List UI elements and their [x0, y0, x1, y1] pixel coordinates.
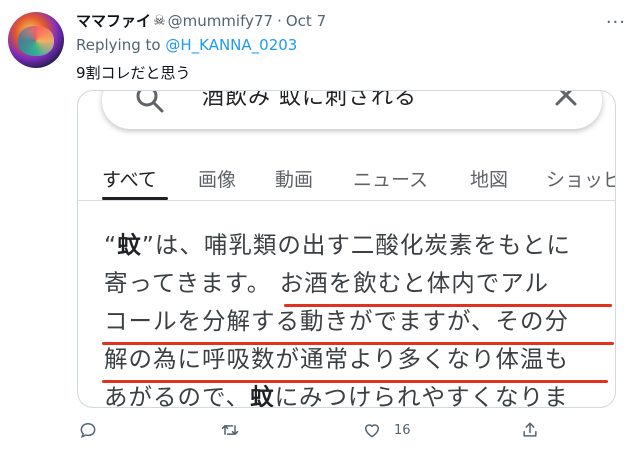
reply-button[interactable] [78, 420, 98, 440]
tweet-text: 9割コレだと思う [76, 64, 191, 82]
share-icon [523, 422, 537, 437]
red-underline [102, 380, 608, 383]
like-button[interactable]: 16 [362, 420, 411, 440]
display-name[interactable]: ママファイ [76, 10, 151, 31]
separator: · [277, 11, 282, 30]
attached-image[interactable]: 酒飲み 蚊に刺される すべて 画像 動画 ニュース 地図 ショッピ “蚊”は、哺… [77, 90, 616, 408]
search-tabs: すべて 画像 動画 ニュース 地図 ショッピ [78, 155, 615, 201]
snippet-text: あがるので、 [104, 383, 251, 408]
snippet-line: 寄ってきます。 お酒を飲むと体内でアル [104, 264, 615, 302]
snippet-keyword: 蚊 [250, 383, 275, 408]
snippet-text: にみつけられやすくなりま [274, 383, 569, 408]
snippet-keyword: 蚊 [117, 231, 142, 259]
avatar[interactable] [8, 12, 64, 68]
snippet-text: コールを分解する動きがでますが、その分 [104, 307, 570, 335]
red-underline [284, 304, 612, 307]
search-query: 酒飲み 蚊に刺される [202, 90, 417, 110]
reply-icon [80, 422, 96, 439]
retweet-icon [221, 425, 239, 435]
snippet-text: 解の為に呼吸数が通常より多くなり体温も [104, 345, 570, 373]
snippet-line: “蚊”は、哺乳類の出す二酸化炭素をもとに [104, 226, 615, 264]
search-icon [136, 91, 164, 113]
tab-shopping: ショッピ [546, 169, 616, 191]
more-icon[interactable]: ··· [606, 12, 626, 33]
heart-icon [364, 424, 380, 438]
tab-images: 画像 [198, 169, 237, 191]
skull-and-crossbones-icon: ☠ [153, 12, 166, 29]
tab-news: ニュース [353, 169, 429, 191]
active-tab-indicator [102, 197, 168, 200]
tab-videos: 動画 [275, 169, 314, 191]
close-icon [555, 91, 577, 106]
retweet-button[interactable] [220, 420, 240, 440]
snippet-text: “ [104, 231, 118, 259]
replying-to-label: Replying to [76, 36, 166, 54]
user-handle[interactable]: @mummify77 [168, 12, 274, 30]
replying-to: Replying to @H_KANNA_0203 [76, 36, 297, 54]
reply-handle-link[interactable]: @H_KANNA_0203 [165, 36, 297, 54]
tweet-header: ママファイ ☠ @mummify77 · Oct 7 [76, 10, 326, 31]
snippet-text: 寄ってきます。 お酒を飲むと体内でアル [104, 269, 550, 297]
red-underline [102, 342, 614, 345]
search-bar: 酒飲み 蚊に刺される [102, 90, 602, 129]
tab-maps: 地図 [470, 169, 509, 191]
like-count: 16 [394, 422, 411, 438]
snippet-line: 解の為に呼吸数が通常より多くなり体温も [104, 340, 615, 378]
tweet-actions: 16 [0, 420, 640, 450]
share-button[interactable] [520, 420, 540, 440]
tweet-date[interactable]: Oct 7 [286, 12, 326, 30]
tab-all: すべて [102, 169, 157, 191]
snippet-line: コールを分解する動きがでますが、その分 [104, 302, 615, 340]
snippet-text: ”は、哺乳類の出す二酸化炭素をもとに [141, 231, 571, 259]
